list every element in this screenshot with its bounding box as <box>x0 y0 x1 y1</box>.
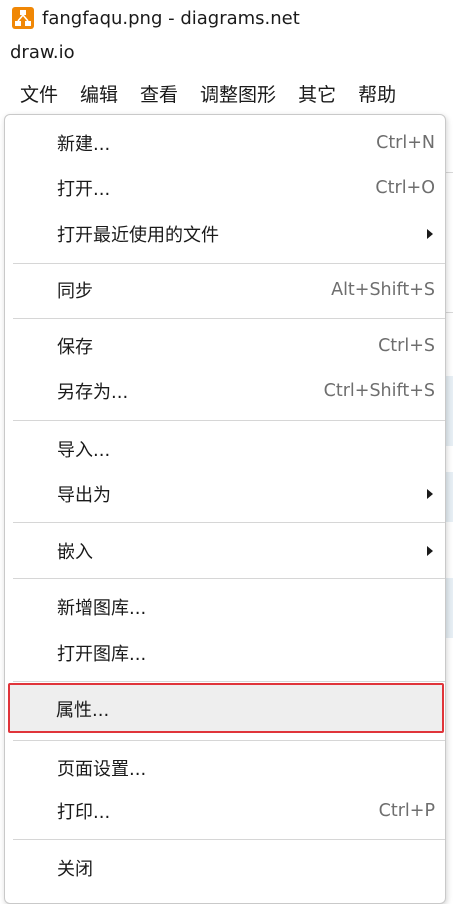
menu-item-label: 属性... <box>56 700 110 721</box>
canvas-gridline <box>445 312 453 313</box>
menu-item-label: 打开最近使用的文件 <box>57 225 219 246</box>
menu-help[interactable]: 帮助 <box>347 80 407 107</box>
menu-item-label: 关闭 <box>57 859 93 880</box>
app-name: draw.io <box>10 42 75 63</box>
menu-item-label: 打印... <box>57 802 111 823</box>
menu-item-properties[interactable]: 属性... <box>8 683 444 733</box>
menu-item-label: 新建... <box>57 134 111 155</box>
submenu-arrow-icon <box>427 489 433 499</box>
menu-item-new[interactable]: 新建... Ctrl+N <box>5 121 445 165</box>
menu-item-embed[interactable]: 嵌入 <box>5 529 445 573</box>
menu-separator <box>13 578 445 579</box>
menu-item-label: 保存 <box>57 337 93 358</box>
window-title: fangfaqu.png - diagrams.net <box>42 7 300 29</box>
menu-item-synchronize[interactable]: 同步 Alt+Shift+S <box>5 268 445 312</box>
menu-separator <box>13 263 445 264</box>
menu-file[interactable]: 文件 <box>10 80 69 107</box>
menu-item-new-library[interactable]: 新增图库... <box>5 585 445 629</box>
canvas-shape <box>445 578 453 638</box>
submenu-arrow-icon <box>427 229 433 239</box>
canvas-gridline <box>445 172 453 173</box>
menu-item-shortcut: Ctrl+O <box>375 178 435 198</box>
menu-item-label: 打开图库... <box>57 644 147 665</box>
menu-view[interactable]: 查看 <box>129 80 189 107</box>
menu-arrange[interactable]: 调整图形 <box>189 80 287 107</box>
menu-item-shortcut: Ctrl+Shift+S <box>323 381 435 401</box>
menu-item-label: 新增图库... <box>57 598 147 619</box>
menu-item-label: 打开... <box>57 179 111 200</box>
menu-item-close[interactable]: 关闭 <box>5 846 445 890</box>
menu-item-shortcut: Ctrl+S <box>378 336 435 356</box>
menu-item-open-recent[interactable]: 打开最近使用的文件 <box>5 212 445 256</box>
menu-separator <box>13 522 445 523</box>
menu-item-export-as[interactable]: 导出为 <box>5 472 445 516</box>
canvas-shape <box>445 376 453 446</box>
menu-separator <box>13 740 445 741</box>
menu-separator <box>13 318 445 319</box>
menu-separator <box>13 420 445 421</box>
submenu-arrow-icon <box>427 546 433 556</box>
menu-separator <box>13 839 445 840</box>
menu-item-label: 导出为 <box>57 485 111 506</box>
menu-item-import[interactable]: 导入... <box>5 427 445 471</box>
menu-item-label: 同步 <box>57 281 93 302</box>
window-titlebar: fangfaqu.png - diagrams.net <box>0 0 453 36</box>
menu-edit[interactable]: 编辑 <box>69 80 129 107</box>
drawio-logo-icon <box>12 7 34 29</box>
menu-item-shortcut: Alt+Shift+S <box>331 280 435 300</box>
menu-item-print[interactable]: 打印... Ctrl+P <box>5 789 445 833</box>
menu-item-open[interactable]: 打开... Ctrl+O <box>5 166 445 210</box>
menu-separator <box>13 681 445 682</box>
menu-item-save[interactable]: 保存 Ctrl+S <box>5 324 445 368</box>
menu-item-open-library[interactable]: 打开图库... <box>5 631 445 675</box>
canvas-shape <box>445 472 453 522</box>
menubar: 文件 编辑 查看 调整图形 其它 帮助 <box>0 74 453 112</box>
file-menu-dropdown: 新建... Ctrl+N 打开... Ctrl+O 打开最近使用的文件 同步 A… <box>4 114 446 904</box>
menu-item-save-as[interactable]: 另存为... Ctrl+Shift+S <box>5 369 445 413</box>
menu-item-label: 嵌入 <box>57 542 93 563</box>
menu-item-label: 导入... <box>57 440 111 461</box>
menu-item-label: 另存为... <box>57 382 129 403</box>
menu-item-shortcut: Ctrl+P <box>378 801 435 821</box>
menu-item-label: 页面设置... <box>57 759 147 780</box>
menu-extras[interactable]: 其它 <box>287 80 347 107</box>
menu-item-page-setup[interactable]: 页面设置... <box>5 746 445 790</box>
menu-item-shortcut: Ctrl+N <box>376 133 435 153</box>
